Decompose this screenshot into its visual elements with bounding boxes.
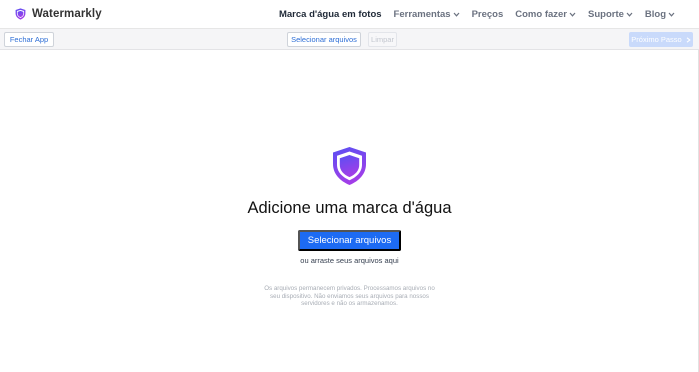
shield-logo-icon [15, 8, 26, 20]
chevron-down-icon [626, 12, 633, 17]
nav-item-label: Preços [471, 8, 504, 20]
nav-item-suporte[interactable]: Suporte [588, 9, 633, 20]
app-toolbar: Fechar App Selecionar arquivos Limpar Pr… [0, 29, 699, 50]
upload-area[interactable]: Adicione uma marca d'água Selecionar arq… [0, 50, 699, 372]
next-step-button[interactable]: Próximo Passo [629, 32, 693, 47]
nav-item-como-fazer[interactable]: Como fazer [515, 9, 576, 20]
page-title: Adicione uma marca d'água [247, 199, 452, 217]
select-files-cta-button[interactable]: Selecionar arquivos [298, 230, 401, 251]
close-app-button[interactable]: Fechar App [4, 32, 54, 47]
top-navigation-bar: Watermarkly Marca d'água em fotos Ferram… [0, 0, 699, 29]
nav-item-label: Suporte [588, 8, 624, 20]
chevron-down-icon [453, 12, 460, 17]
drop-hint: ou arraste seus arquivos aqui [300, 256, 399, 265]
chevron-down-icon [569, 12, 576, 17]
shield-logo-icon [333, 147, 366, 185]
brand[interactable]: Watermarkly [15, 8, 102, 20]
main-nav: Marca d'água em fotos Ferramentas Preços… [267, 0, 699, 29]
chevron-down-icon [668, 12, 675, 17]
clear-button[interactable]: Limpar [368, 32, 397, 47]
select-files-button[interactable]: Selecionar arquivos [287, 32, 361, 47]
chevron-right-icon [686, 36, 691, 43]
nav-item-blog[interactable]: Blog [645, 9, 675, 20]
nav-item-label: Como fazer [515, 8, 567, 20]
nav-item-label: Blog [644, 8, 666, 20]
privacy-note: Os arquivos permanecem privados. Process… [264, 285, 435, 308]
nav-item-label: Marca d'água em fotos [278, 8, 382, 20]
next-step-label: Próximo Passo [631, 35, 682, 44]
nav-item-precos[interactable]: Preços [472, 9, 504, 20]
brand-name: Watermarkly [32, 8, 102, 20]
nav-item-label: Ferramentas [393, 8, 451, 20]
nav-item-ferramentas[interactable]: Ferramentas [394, 9, 460, 20]
nav-item-marca-dagua-em-fotos[interactable]: Marca d'água em fotos [279, 9, 382, 20]
